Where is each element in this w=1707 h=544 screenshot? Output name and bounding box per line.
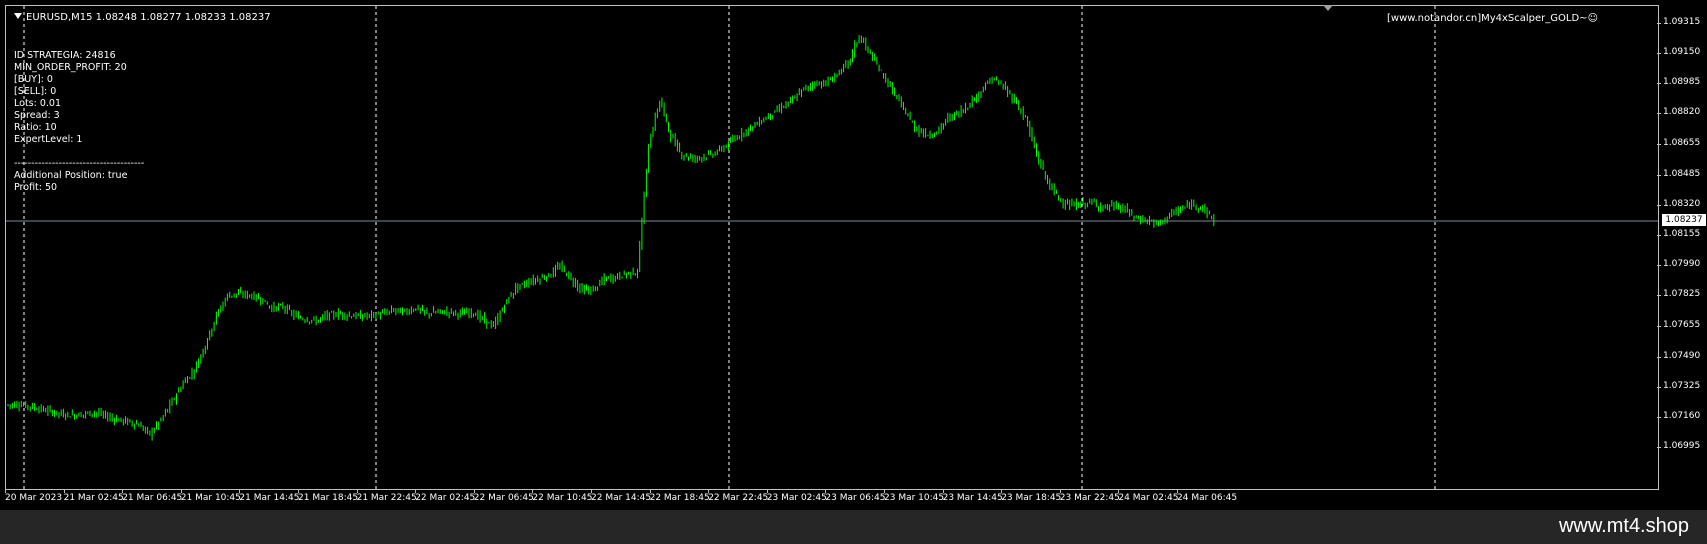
x-tick-mark [1059,489,1061,493]
time-axis[interactable]: 20 Mar 2023 21 Mar 02:45 21 Mar 06:45 21 Ma… [5,489,1659,510]
price-chart [6,6,1658,489]
info-line: Ratio: 10 [14,122,57,133]
y-tick-label: 1.07655 [1663,320,1701,331]
symbol-info: EURUSD,M15 1.08248 1.08277 1.08233 1.082… [26,12,271,23]
x-tick-mark [473,489,475,493]
x-tick-label: 21 Mar 06:45 [122,493,183,503]
y-tick-label: 1.09150 [1663,47,1701,58]
x-tick-mark [766,489,768,493]
x-tick-label: 23 Mar 22:45 [1059,493,1120,503]
x-tick-mark [5,489,6,493]
x-tick-mark [298,489,299,493]
y-tick-mark [1657,113,1661,115]
x-tick-mark [708,489,710,493]
y-tick-label: 1.08155 [1663,229,1701,239]
x-tick-mark [1177,489,1178,493]
info-line: MIN_ORDER_PROFIT: 20 [14,62,127,73]
info-line: [SELL]: 0 [14,86,57,97]
y-tick-label: 1.09315 [1663,17,1701,27]
y-tick-label: 1.07825 [1663,289,1701,300]
y-tick-mark [1657,23,1661,24]
expert-advisor-label[interactable]: [www.notandor.cn]My4xScalper_GOLD~☺ [1387,13,1598,24]
x-tick-mark [884,489,885,493]
x-tick-label: 23 Mar 06:45 [825,493,886,503]
x-tick-mark [63,489,65,493]
y-tick-mark [1657,295,1661,297]
symbol-header[interactable]: EURUSD,M15 1.08248 1.08277 1.08233 1.082… [14,12,271,23]
y-tick-mark [1657,83,1661,85]
y-tick-label: 1.07325 [1663,380,1701,391]
x-tick-label: 23 Mar 14:45 [942,493,1003,503]
x-tick-label: 22 Mar 14:45 [591,493,652,503]
price-axis[interactable]: 1.09315 1.09150 1.08985 1.08820 1.08655 1.084… [1657,0,1707,490]
x-tick-label: 24 Mar 02:45 [1118,493,1179,503]
y-tick-mark [1657,447,1661,448]
info-line [14,146,144,158]
x-tick-label: 23 Mar 18:45 [1001,493,1062,503]
x-tick-mark [825,489,827,493]
x-tick-label: 22 Mar 06:45 [473,493,534,503]
collapse-triangle-icon[interactable] [14,13,22,19]
y-tick-mark [1657,416,1661,418]
current-price-label: 1.08237 [1662,214,1706,226]
y-tick-mark [1657,235,1661,236]
x-tick-label: 24 Mar 06:45 [1177,493,1238,503]
footer-bar: www.mt4.shop [0,510,1707,544]
y-tick-label: 1.07990 [1663,259,1701,270]
x-tick-mark [356,489,358,493]
info-line: Lots: 0.01 [14,98,61,109]
y-tick-label: 1.08985 [1663,77,1701,88]
x-tick-label: 23 Mar 10:45 [884,493,945,503]
info-line: Spread: 3 [14,110,60,121]
x-tick-label: 21 Mar 14:45 [239,493,300,503]
info-line: -------------------------------------- [14,158,145,169]
x-tick-label: 21 Mar 02:45 [63,493,124,503]
y-tick-mark [1657,143,1661,145]
x-tick-mark [180,489,182,493]
expert-info-panel: ID STRATEGIA: 24816 MIN_ORDER_PROFIT: 20[… [14,50,144,194]
info-line: Additional Position: true [14,170,128,181]
y-tick-mark [1657,356,1661,358]
x-tick-label: 21 Mar 22:45 [356,493,417,503]
info-line: Profit: 50 [14,182,58,193]
x-tick-mark [1118,489,1120,493]
y-tick-mark [1657,386,1661,388]
x-tick-mark [415,489,417,493]
y-tick-label: 1.08485 [1663,168,1701,179]
x-tick-mark [122,489,124,493]
chart-area[interactable]: EURUSD,M15 1.08248 1.08277 1.08233 1.082… [5,5,1659,490]
y-tick-label: 1.08820 [1663,107,1701,118]
x-tick-mark [649,489,651,493]
x-tick-mark [532,489,534,493]
info-line: ID STRATEGIA: 24816 [14,50,116,61]
chart-shift-marker-icon[interactable] [1323,5,1333,11]
x-tick-mark [1001,489,1003,493]
x-tick-label: 22 Mar 18:45 [649,493,710,503]
y-tick-label: 1.07490 [1663,350,1701,361]
x-tick-label: 22 Mar 02:45 [415,493,476,503]
x-tick-mark [591,489,592,493]
x-tick-label: 21 Mar 10:45 [180,493,241,503]
y-tick-label: 1.08655 [1663,137,1701,148]
y-tick-mark [1657,265,1661,267]
x-tick-label: 20 Mar 2023 [5,493,63,503]
x-tick-label: 22 Mar 10:45 [532,493,593,503]
x-tick-label: 22 Mar 22:45 [708,493,769,503]
site-watermark: www.mt4.shop [1558,515,1689,537]
info-line: ExpertLevel: 1 [14,134,83,145]
ea-name: [www.notandor.cn]My4xScalper_GOLD~ [1386,13,1588,24]
y-tick-mark [1657,174,1661,176]
info-line: [BUY]: 0 [14,74,53,85]
x-tick-mark [239,489,241,493]
y-tick-mark [1657,204,1661,206]
y-tick-label: 1.08320 [1663,198,1701,209]
y-tick-label: 1.07160 [1663,410,1701,421]
y-tick-mark [1657,326,1661,328]
x-tick-mark [942,489,944,493]
x-tick-label: 21 Mar 18:45 [298,493,359,503]
x-tick-label: 23 Mar 02:45 [766,493,827,503]
y-tick-mark [1657,53,1661,55]
y-tick-label: 1.06995 [1663,441,1701,451]
smiley-icon: ☺ [1587,13,1598,24]
